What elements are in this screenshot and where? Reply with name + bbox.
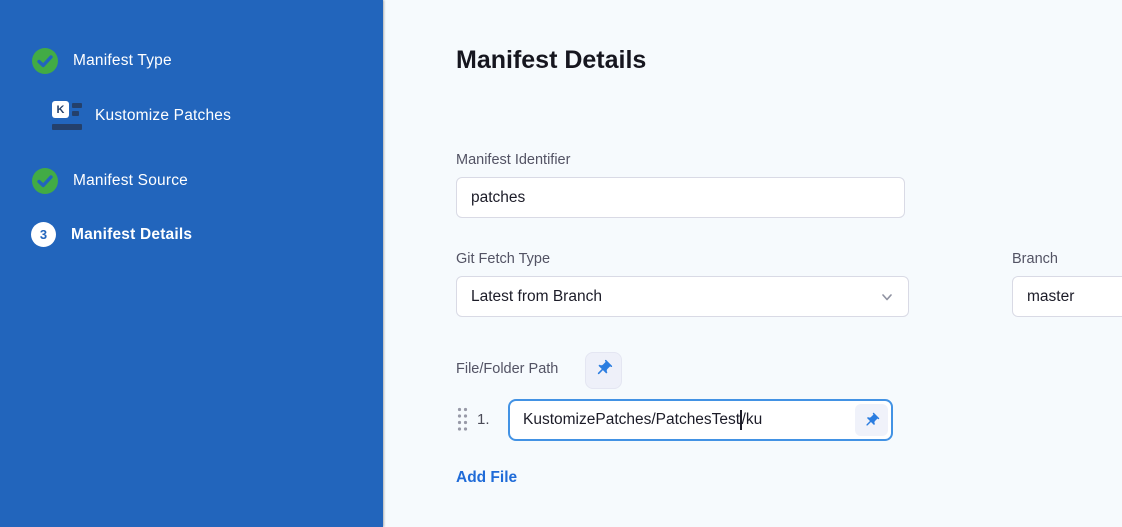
git-fetch-type-select[interactable]: Latest from Branch [456, 276, 909, 317]
sidebar-step-manifest-details[interactable]: 3 Manifest Details [31, 222, 192, 247]
branch-input[interactable] [1012, 276, 1122, 317]
file-folder-path-label: File/Folder Path [456, 361, 558, 377]
sidebar-step-manifest-source[interactable]: Manifest Source [32, 168, 188, 194]
step-number-badge: 3 [31, 222, 56, 247]
wizard-steps-sidebar: Manifest Type K Kustomize Patches Manife… [0, 0, 383, 527]
branch-label: Branch [1012, 251, 1058, 267]
check-icon [32, 168, 58, 194]
check-icon [32, 48, 58, 74]
file-path-input[interactable]: KustomizePatches/PatchesTest /ku [508, 399, 893, 441]
page-title: Manifest Details [456, 46, 646, 75]
kustomize-logo-icon: K [52, 101, 82, 130]
manifest-identifier-input[interactable] [456, 177, 905, 218]
add-file-button[interactable]: Add File [456, 469, 517, 487]
pushpin-icon [594, 359, 613, 383]
git-fetch-type-label: Git Fetch Type [456, 251, 550, 267]
kustomize-k-letter: K [52, 101, 69, 118]
file-path-value-after-caret: /ku [742, 411, 763, 429]
manifest-wizard: Manifest Type K Kustomize Patches Manife… [0, 0, 1122, 527]
file-path-pin-button[interactable] [855, 404, 888, 436]
substep-label: Kustomize Patches [95, 107, 231, 125]
drag-handle-icon[interactable] [456, 406, 469, 438]
sidebar-substep-kustomize-patches[interactable]: K Kustomize Patches [52, 101, 231, 130]
step-label: Manifest Details [71, 226, 192, 244]
file-folder-path-pin-button[interactable] [585, 352, 622, 389]
step-label: Manifest Type [73, 52, 172, 70]
manifest-identifier-label: Manifest Identifier [456, 152, 570, 168]
step-label: Manifest Source [73, 172, 188, 190]
file-path-row-index: 1. [477, 411, 490, 428]
sidebar-step-manifest-type[interactable]: Manifest Type [32, 48, 172, 74]
chevron-down-icon [880, 290, 894, 304]
git-fetch-type-value: Latest from Branch [471, 288, 602, 306]
file-path-value-before-caret: KustomizePatches/PatchesTest [510, 411, 740, 429]
